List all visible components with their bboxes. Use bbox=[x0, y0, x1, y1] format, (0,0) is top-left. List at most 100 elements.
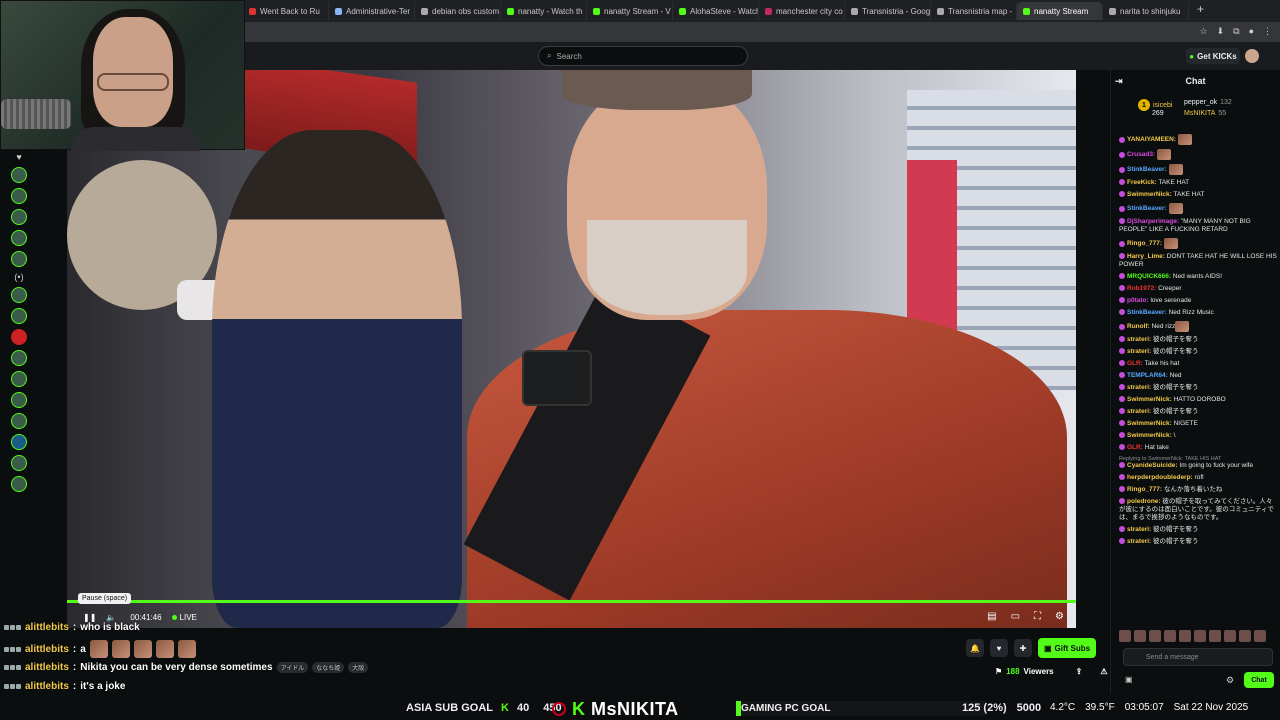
search-input[interactable]: ⌕ Search bbox=[538, 46, 748, 66]
chat-settings-icon[interactable]: ⚙ bbox=[1226, 675, 1234, 686]
chat-username[interactable]: SwimmerNick: bbox=[1127, 191, 1172, 198]
chat-message[interactable]: strateri: 彼の帽子を奪う bbox=[1119, 384, 1277, 392]
chat-message[interactable]: GLR: Take his hat bbox=[1119, 360, 1277, 368]
channel-avatar[interactable] bbox=[11, 287, 27, 303]
chat-message[interactable]: Rob1972: Creeper bbox=[1119, 285, 1277, 293]
emote[interactable] bbox=[1239, 630, 1251, 642]
channel-avatar[interactable] bbox=[11, 251, 27, 267]
chat-username[interactable]: Crusad3: bbox=[1127, 151, 1155, 158]
chat-message[interactable]: SwimmerNick: TAKE HAT bbox=[1119, 191, 1277, 199]
collapse-chat-icon[interactable]: ⇥ bbox=[1115, 76, 1123, 87]
emote[interactable] bbox=[1224, 630, 1236, 642]
emote[interactable] bbox=[1254, 630, 1266, 642]
channel-avatar[interactable] bbox=[11, 434, 27, 450]
chat-message[interactable]: strateri: 彼の帽子を奪う bbox=[1119, 526, 1277, 534]
chat-message[interactable]: YANAIYAMEEN: bbox=[1119, 134, 1277, 145]
emote[interactable] bbox=[1149, 630, 1161, 642]
gift-icon[interactable]: ▣ bbox=[1125, 675, 1133, 684]
fullscreen-icon[interactable]: ⛶ bbox=[1034, 611, 1041, 622]
browser-tab[interactable]: Administrative-Ter bbox=[329, 2, 415, 20]
chat-message[interactable]: StinkBeaver: bbox=[1119, 203, 1277, 214]
more-actions-button[interactable]: ✚ bbox=[1014, 639, 1032, 657]
chat-username[interactable]: StinkBeaver: bbox=[1127, 166, 1167, 173]
extensions-icon[interactable]: ⧉ bbox=[1233, 26, 1239, 37]
progress-bar[interactable] bbox=[67, 600, 1076, 603]
menu-icon[interactable]: ⋮ bbox=[1263, 26, 1272, 37]
chat-username[interactable]: Rob1972: bbox=[1127, 285, 1156, 292]
chat-message[interactable]: strateri: 彼の帽子を奪う bbox=[1119, 336, 1277, 344]
chat-username[interactable]: SwimmerNick: bbox=[1127, 420, 1172, 427]
chat-username[interactable]: GLR: bbox=[1127, 444, 1143, 451]
chat-username[interactable]: herpderpdoublederp: bbox=[1127, 474, 1193, 481]
chat-message[interactable]: Ringo_777: なんか落ち着いたね bbox=[1119, 486, 1277, 494]
chat-message[interactable]: SwimmerNick: NIGETE bbox=[1119, 420, 1277, 428]
chat-username[interactable]: strateri: bbox=[1127, 408, 1151, 415]
channel-avatar[interactable] bbox=[11, 455, 27, 471]
chat-message[interactable]: CyanideSuicide: Im going to fuck your wi… bbox=[1119, 462, 1277, 470]
chat-username[interactable]: SwimmerNick: bbox=[1127, 432, 1172, 439]
channel-avatar[interactable] bbox=[11, 392, 27, 408]
chat-username[interactable]: StinkBeaver: bbox=[1127, 205, 1167, 212]
browser-tab[interactable]: nanatty Stream - V bbox=[587, 2, 673, 20]
chat-message[interactable]: SwimmerNick: \ bbox=[1119, 432, 1277, 440]
browser-tab[interactable]: Transnistria map - bbox=[931, 2, 1017, 20]
chat-message[interactable]: Harry_Lime: DONT TAKE HAT HE WILL LOSE H… bbox=[1119, 253, 1277, 269]
chat-message[interactable]: strateri: 彼の帽子を奪う bbox=[1119, 538, 1277, 546]
settings-gear-icon[interactable]: ⚙ bbox=[1055, 611, 1064, 622]
chat-message[interactable]: FreeKick: TAKE HAT bbox=[1119, 179, 1277, 187]
bookmark-star-icon[interactable]: ☆ bbox=[1200, 26, 1208, 37]
chat-message[interactable]: DjSharperimage: "MANY MANY NOT BIG PEOPL… bbox=[1119, 218, 1277, 234]
follow-button[interactable]: ♥ bbox=[990, 639, 1008, 657]
emote[interactable] bbox=[1134, 630, 1146, 642]
get-kicks-button[interactable]: ● Get KICKs bbox=[1186, 48, 1240, 64]
chat-username[interactable]: FreeKick: bbox=[1127, 179, 1157, 186]
browser-tab[interactable]: nanatty Stream bbox=[1017, 2, 1103, 20]
send-chat-button[interactable]: Chat bbox=[1244, 672, 1274, 688]
channel-avatar[interactable] bbox=[11, 230, 27, 246]
channel-avatar[interactable] bbox=[11, 209, 27, 225]
emote[interactable] bbox=[1179, 630, 1191, 642]
chat-message[interactable]: StinkBeaver: Ned Rizz Music bbox=[1119, 309, 1277, 317]
browser-tab[interactable]: narita to shinjuku bbox=[1103, 2, 1189, 20]
chat-username[interactable]: SwimmerNick: bbox=[1127, 396, 1172, 403]
chat-message[interactable]: Crusad3: bbox=[1119, 149, 1277, 160]
chat-username[interactable]: DjSharperimage: bbox=[1127, 218, 1179, 225]
channel-avatar[interactable] bbox=[11, 371, 27, 387]
chat-username[interactable]: CyanideSuicide: bbox=[1127, 462, 1178, 469]
chat-message[interactable]: p0tato: love serenade bbox=[1119, 297, 1277, 305]
chat-username[interactable]: Harry_Lime: bbox=[1127, 253, 1165, 260]
video-player[interactable] bbox=[67, 70, 1076, 628]
channel-avatar[interactable] bbox=[11, 167, 27, 183]
new-tab-button[interactable]: + bbox=[1197, 2, 1204, 20]
gift-subs-button[interactable]: ▣ Gift Subs bbox=[1038, 638, 1096, 658]
chat-message[interactable]: poledrone: 彼の帽子を取ってみてください。人々が彼にするのは面白いこと… bbox=[1119, 498, 1277, 522]
download-icon[interactable]: ⬇ bbox=[1217, 26, 1225, 37]
chat-username[interactable]: Ringo_777: bbox=[1127, 486, 1162, 493]
channel-avatar[interactable] bbox=[11, 413, 27, 429]
channel-avatar[interactable] bbox=[11, 476, 27, 492]
channel-avatar[interactable] bbox=[11, 188, 27, 204]
browser-tab[interactable]: debian obs custom bbox=[415, 2, 501, 20]
chat-input[interactable]: Send a message bbox=[1123, 648, 1273, 666]
theater-mode-icon[interactable]: ▭ bbox=[1011, 611, 1020, 622]
chat-username[interactable]: GLR: bbox=[1127, 360, 1143, 367]
chat-username[interactable]: strateri: bbox=[1127, 526, 1151, 533]
share-icon[interactable]: ⇪ bbox=[1076, 667, 1083, 676]
chat-username[interactable]: YANAIYAMEEN: bbox=[1127, 136, 1176, 143]
chat-message[interactable]: Ringo_777: bbox=[1119, 238, 1277, 249]
browser-tab[interactable]: AlohaSteve - Watch bbox=[673, 2, 759, 20]
browser-tab[interactable]: Transnistria - Goog bbox=[845, 2, 931, 20]
chat-message[interactable]: GLR: Hat take bbox=[1119, 444, 1277, 452]
avatar[interactable] bbox=[1245, 49, 1259, 63]
emote[interactable] bbox=[1209, 630, 1221, 642]
channel-avatar[interactable] bbox=[11, 350, 27, 366]
chat-username[interactable]: strateri: bbox=[1127, 384, 1151, 391]
emote[interactable] bbox=[1164, 630, 1176, 642]
report-icon[interactable]: ⚠ bbox=[1100, 667, 1107, 676]
chat-username[interactable]: TEMPLAR64: bbox=[1127, 372, 1168, 379]
chat-username[interactable]: Runolf: bbox=[1127, 323, 1150, 330]
chat-username[interactable]: strateri: bbox=[1127, 538, 1151, 545]
chat-message[interactable]: strateri: 彼の帽子を奪う bbox=[1119, 408, 1277, 416]
clip-icon[interactable]: ▤ bbox=[987, 611, 996, 622]
chat-message[interactable]: SwimmerNick: HATTO DOROBO bbox=[1119, 396, 1277, 404]
